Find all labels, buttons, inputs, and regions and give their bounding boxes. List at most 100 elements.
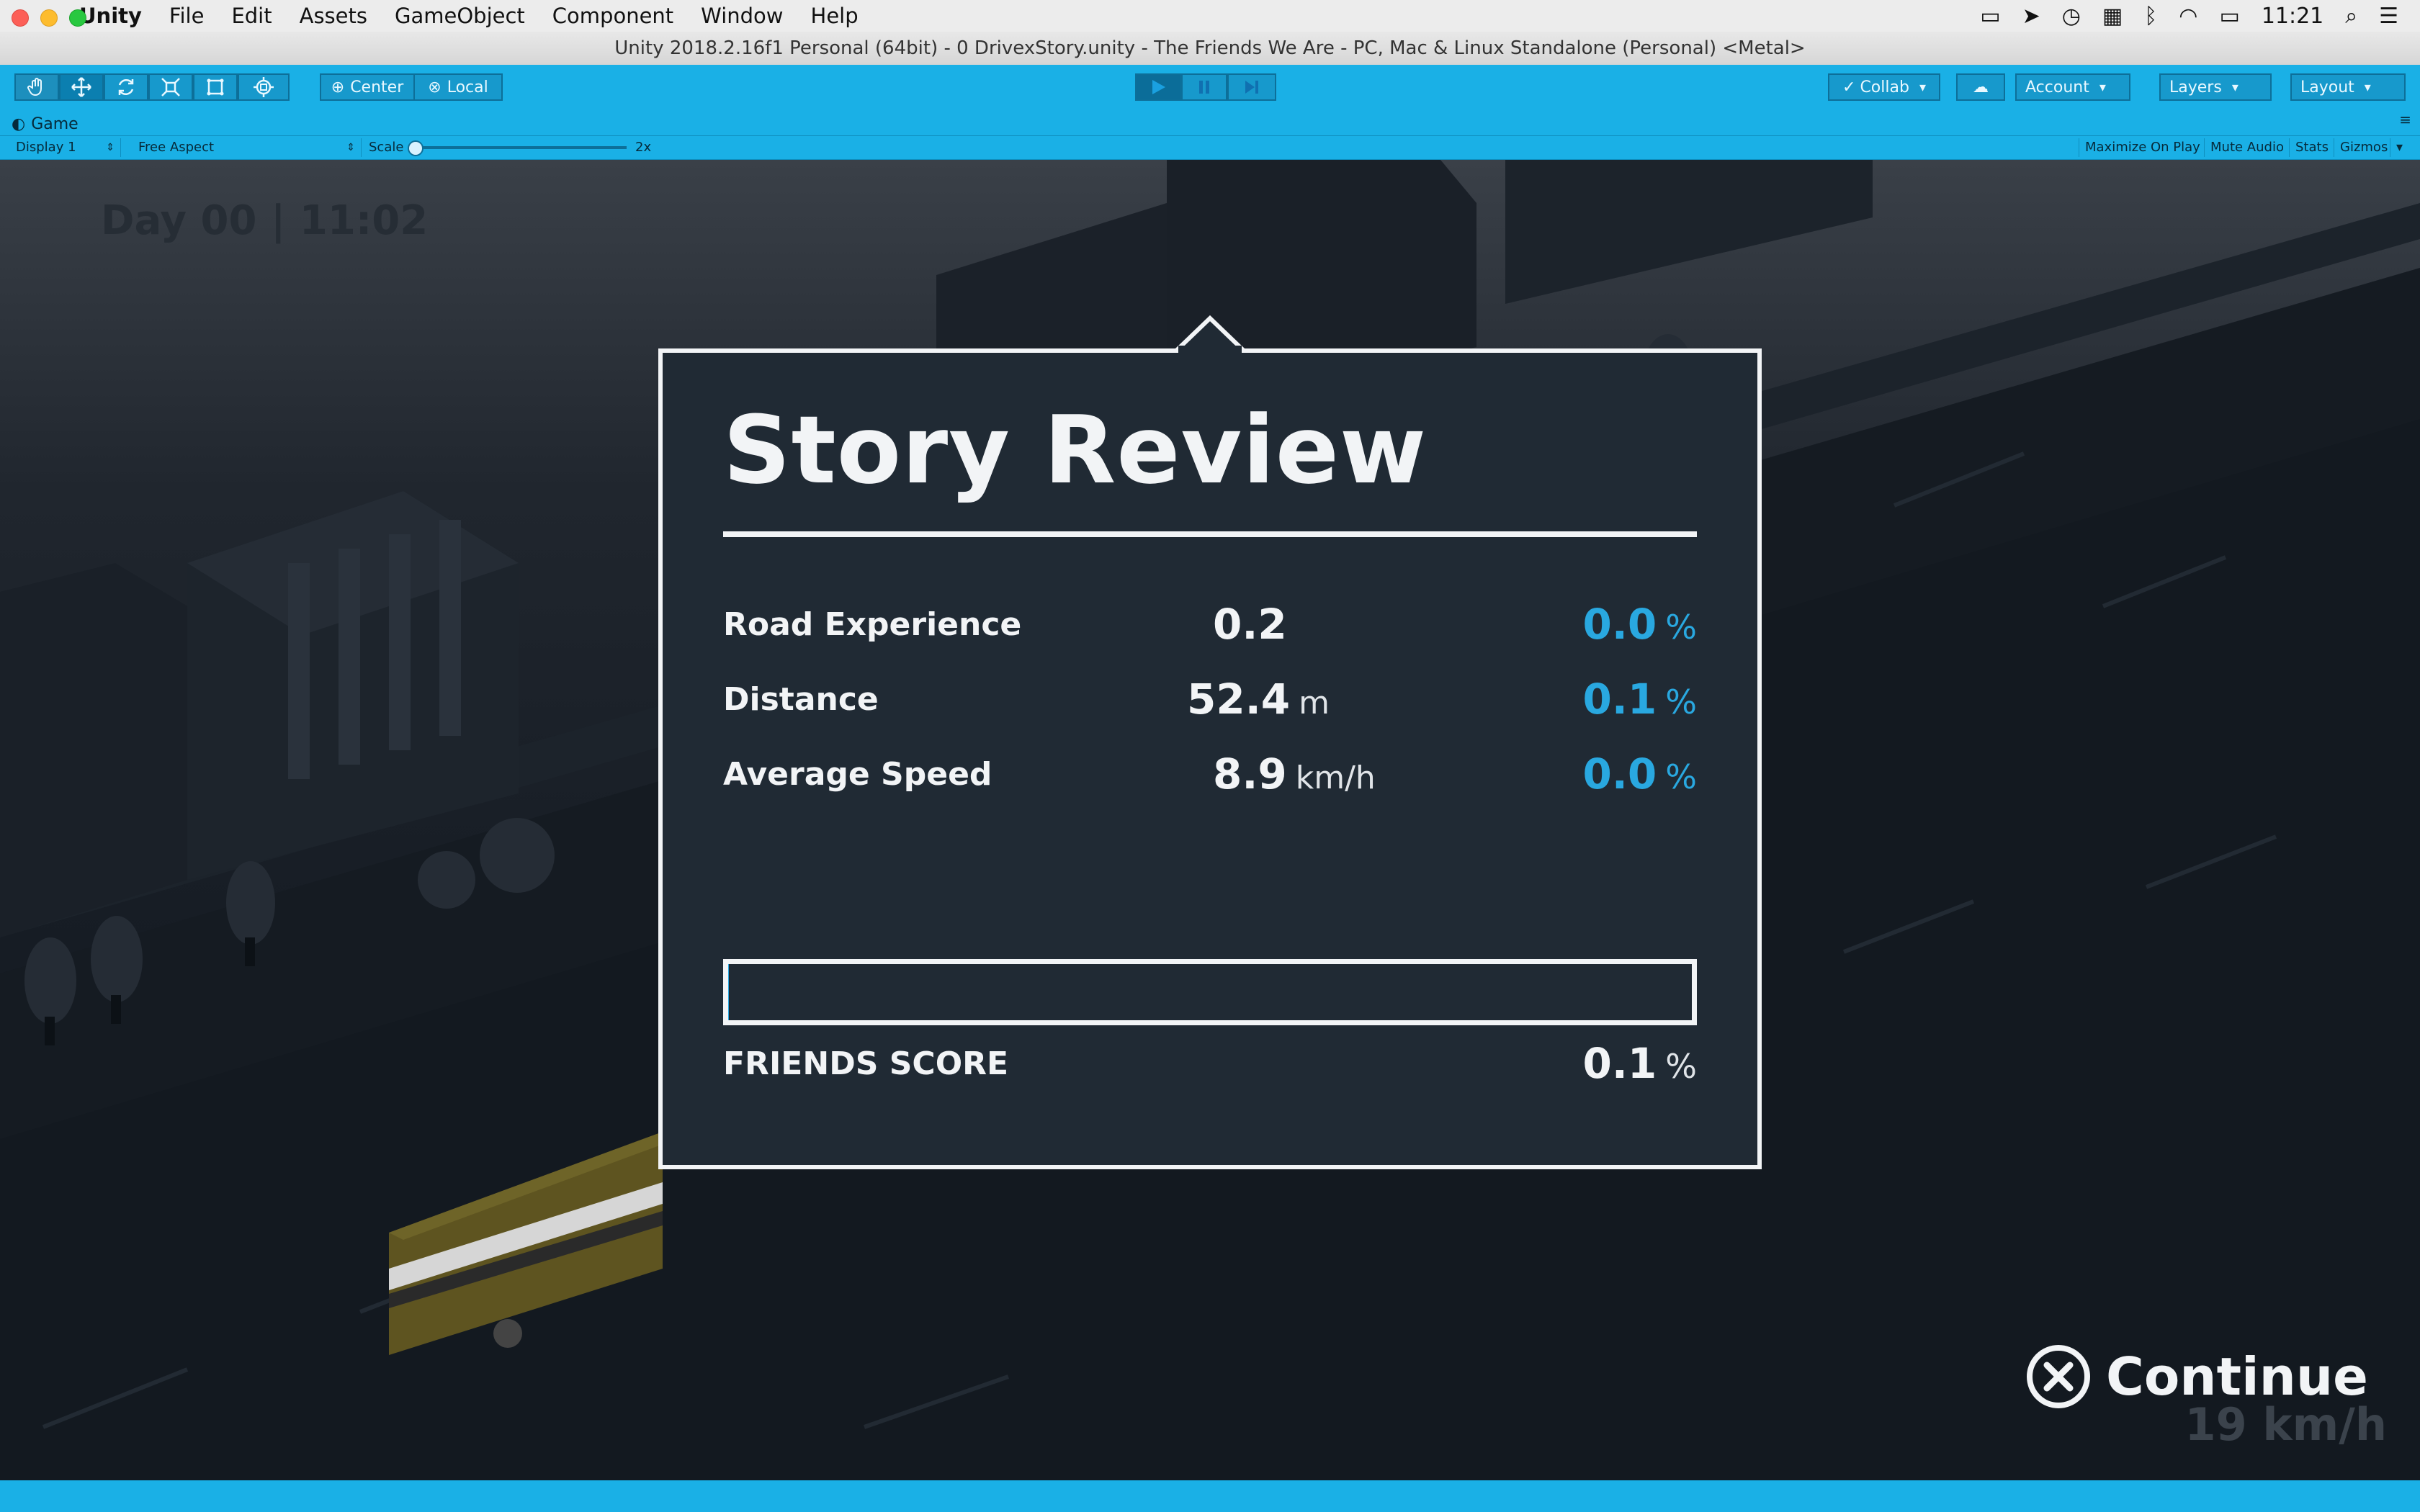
menu-window[interactable]: Window bbox=[701, 4, 783, 28]
menu-help[interactable]: Help bbox=[811, 4, 859, 28]
road-experience-value-group: 0.2 bbox=[1213, 603, 1297, 645]
scale-slider-thumb[interactable] bbox=[408, 140, 424, 156]
speed-readout: 19 km/h bbox=[2184, 1398, 2387, 1451]
distance-value-group: 52.4 m bbox=[1187, 678, 1330, 720]
story-review-title: Story Review bbox=[723, 395, 1428, 505]
airplay-icon[interactable]: ▭ bbox=[1980, 4, 2000, 29]
location-icon[interactable]: ➤ bbox=[2022, 4, 2040, 29]
pause-button[interactable] bbox=[1181, 73, 1227, 101]
step-icon bbox=[1245, 81, 1258, 94]
spotlight-search-icon[interactable]: ⌕ bbox=[2345, 4, 2357, 29]
stats-toggle[interactable]: Stats bbox=[2289, 138, 2334, 157]
friends-score-value: 0.1 bbox=[1582, 1039, 1657, 1088]
display-chevron-icon: ⇕ bbox=[106, 142, 115, 153]
close-circle-icon bbox=[2027, 1345, 2090, 1408]
average-speed-percent-sign: % bbox=[1665, 757, 1697, 796]
battery-icon[interactable]: ▭ bbox=[2219, 4, 2239, 29]
menu-edit[interactable]: Edit bbox=[231, 4, 272, 28]
hand-tool-icon bbox=[27, 78, 42, 96]
distance-percent-group: 0.1 % bbox=[1583, 678, 1697, 720]
game-tab[interactable]: ◐ Game bbox=[12, 113, 79, 135]
menu-file[interactable]: File bbox=[169, 4, 205, 28]
transform-tool-button[interactable] bbox=[238, 73, 290, 101]
time-machine-icon[interactable]: ◷ bbox=[2062, 4, 2081, 29]
road-experience-label: Road Experience bbox=[723, 606, 1022, 643]
hand-tool-button[interactable] bbox=[14, 73, 59, 101]
window-zoom-button[interactable] bbox=[69, 9, 86, 27]
cloud-icon: ☁ bbox=[1973, 78, 1989, 96]
friends-score-value-group: 0.1 % bbox=[1583, 1043, 1697, 1084]
account-dropdown[interactable]: Account bbox=[2015, 73, 2130, 101]
road-experience-percent: 0.0 bbox=[1582, 600, 1657, 649]
game-view-controls: Display 1 ⇕ Free Aspect ⇕ Scale 2x Maxim… bbox=[0, 135, 2420, 161]
play-button[interactable] bbox=[1135, 73, 1181, 101]
distance-value: 52.4 bbox=[1187, 675, 1291, 724]
scale-tool-button[interactable] bbox=[148, 73, 193, 101]
unity-toolbar: ⊕ Center ⊗ Local ✓ Collab ☁ Account Laye… bbox=[0, 65, 2420, 112]
pivot-center-button[interactable]: ⊕ Center bbox=[320, 73, 415, 101]
panel-menu-icon[interactable]: ≡ bbox=[2399, 111, 2411, 128]
distance-unit: m bbox=[1299, 685, 1330, 721]
friends-score-label: FRIENDS SCORE bbox=[723, 1045, 1009, 1082]
gizmos-chevron-icon[interactable]: ▾ bbox=[2390, 138, 2408, 157]
friends-score-bar bbox=[723, 959, 1697, 1025]
distance-percent: 0.1 bbox=[1582, 675, 1657, 724]
layout-dropdown[interactable]: Layout bbox=[2290, 73, 2406, 101]
collab-dropdown[interactable]: ✓ Collab bbox=[1828, 73, 1940, 101]
dashboard-icon[interactable]: ▦ bbox=[2102, 4, 2123, 29]
menu-component[interactable]: Component bbox=[552, 4, 673, 28]
road-experience-percent-group: 0.0 % bbox=[1583, 603, 1697, 645]
pivot-local-label: Local bbox=[447, 78, 488, 96]
menu-gameobject[interactable]: GameObject bbox=[395, 4, 525, 28]
mute-audio-toggle[interactable]: Mute Audio bbox=[2204, 138, 2290, 157]
wifi-icon[interactable]: ◠ bbox=[2179, 4, 2197, 29]
window-title-bar: Unity 2018.2.16f1 Personal (64bit) - 0 D… bbox=[0, 32, 2420, 66]
collab-label: Collab bbox=[1860, 78, 1909, 96]
maximize-on-play-toggle[interactable]: Maximize On Play bbox=[2079, 138, 2206, 157]
window-close-button[interactable] bbox=[12, 9, 29, 27]
scale-slider-track[interactable] bbox=[411, 146, 627, 149]
aspect-select[interactable]: Free Aspect ⇕ bbox=[131, 138, 362, 157]
game-tab-label: Game bbox=[31, 114, 79, 133]
move-tool-button[interactable] bbox=[59, 73, 104, 101]
average-speed-unit: km/h bbox=[1295, 760, 1376, 796]
local-space-icon: ⊗ bbox=[428, 78, 442, 96]
rect-tool-button[interactable] bbox=[193, 73, 238, 101]
bluetooth-icon[interactable]: ᛒ bbox=[2144, 4, 2157, 29]
distance-label: Distance bbox=[723, 681, 879, 718]
title-divider bbox=[723, 531, 1697, 537]
pivot-icon: ⊕ bbox=[331, 78, 345, 96]
average-speed-value-group: 8.9 km/h bbox=[1213, 753, 1376, 795]
transform-tool-icon bbox=[254, 77, 274, 97]
menu-clock[interactable]: 11:21 bbox=[2262, 4, 2323, 29]
macos-menu-bar: Unity File Edit Assets GameObject Compon… bbox=[0, 0, 2420, 32]
cloud-services-button[interactable]: ☁ bbox=[1956, 73, 2005, 101]
display-select-value: Display 1 bbox=[16, 140, 76, 155]
pivot-center-label: Center bbox=[350, 78, 404, 96]
average-speed-percent-group: 0.0 % bbox=[1583, 753, 1697, 795]
scale-label: Scale bbox=[369, 140, 404, 155]
pause-icon bbox=[1199, 81, 1209, 94]
pivot-local-button[interactable]: ⊗ Local bbox=[413, 73, 503, 101]
display-select[interactable]: Display 1 ⇕ bbox=[9, 138, 121, 157]
step-button[interactable] bbox=[1227, 73, 1276, 101]
play-icon bbox=[1152, 80, 1165, 94]
road-experience-value: 0.2 bbox=[1213, 600, 1287, 649]
road-experience-percent-sign: % bbox=[1665, 608, 1697, 647]
window-minimize-button[interactable] bbox=[40, 9, 58, 27]
rotate-tool-button[interactable] bbox=[104, 73, 148, 101]
notification-center-icon[interactable]: ☰ bbox=[2379, 4, 2398, 29]
distance-percent-sign: % bbox=[1665, 683, 1697, 721]
game-tab-strip: ◐ Game ≡ bbox=[0, 111, 2420, 135]
day-time-hud: Day 00 | 11:02 bbox=[101, 197, 429, 244]
scale-value: 2x bbox=[635, 140, 652, 155]
rotate-tool-icon bbox=[118, 78, 134, 96]
menu-assets[interactable]: Assets bbox=[300, 4, 367, 28]
app-menu[interactable]: Unity bbox=[79, 4, 142, 28]
layers-dropdown[interactable]: Layers bbox=[2159, 73, 2272, 101]
rect-tool-icon bbox=[207, 78, 224, 96]
collab-check-icon: ✓ bbox=[1842, 78, 1856, 96]
gizmos-dropdown[interactable]: Gizmos bbox=[2334, 138, 2393, 157]
game-tab-icon: ◐ bbox=[12, 114, 26, 133]
aspect-select-value: Free Aspect bbox=[138, 140, 215, 155]
